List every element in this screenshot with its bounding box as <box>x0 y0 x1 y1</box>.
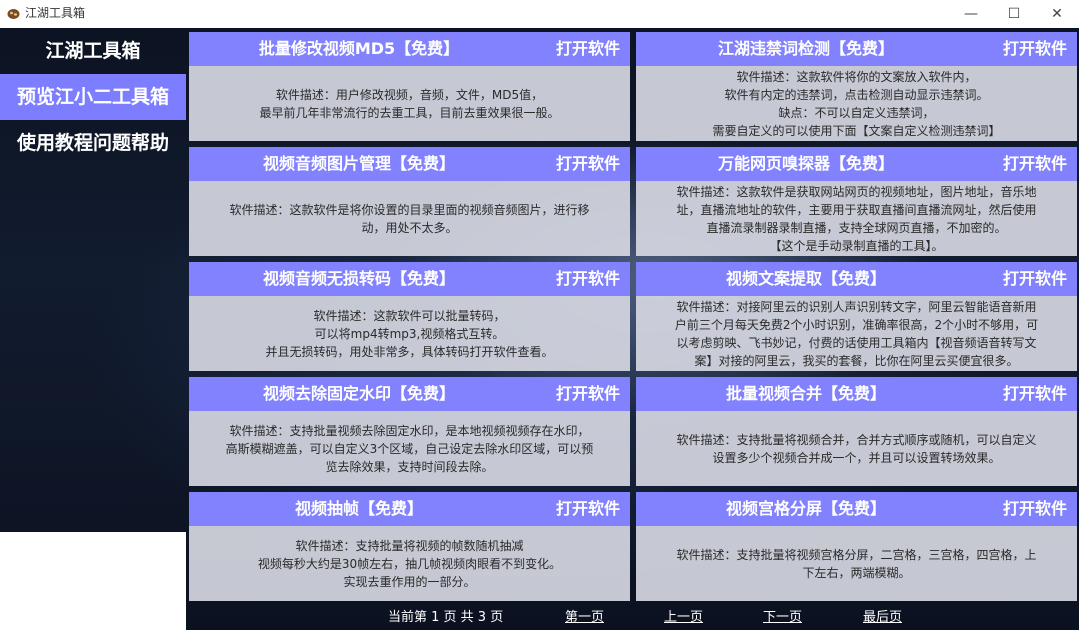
maximize-button[interactable]: ☐ <box>993 0 1035 28</box>
card-title: 万能网页嗅探器【免费】 <box>717 154 894 173</box>
desc-line: 览去除效果，支持时间段去除。 <box>325 459 494 474</box>
card-title: 视频音频无损转码【免费】 <box>262 269 455 288</box>
desc-line: 需要自定义的可以使用下面【文案自定义检测违禁词】 <box>712 123 1001 138</box>
page-status: 当前第 1 页 共 3 页 <box>388 610 504 625</box>
open-software-button[interactable]: 打开软件 <box>1003 492 1067 526</box>
desc-line: 软件描述：支持批量将视频宫格分屏，二宫格，三宫格，四宫格，上 <box>676 547 1037 562</box>
desc-line: 户前三个月每天免费2个小时识别，准确率很高，2个小时不够用，可 <box>674 317 1039 332</box>
desc-line: 并且无损转码，用处非常多，具体转码打开软件查看。 <box>265 344 554 359</box>
card-title: 视频文案提取【免费】 <box>725 269 886 288</box>
sidebar-empty-area <box>0 532 186 630</box>
card-header: 批量视频合并【免费】 打开软件 <box>636 377 1077 411</box>
desc-line: 缺点：不可以自定义违禁词， <box>778 105 935 120</box>
card-header: 视频宫格分屏【免费】 打开软件 <box>636 492 1077 526</box>
tool-card: 视频抽帧【免费】 打开软件 软件描述：支持批量将视频的帧数随机抽减 视频每秒大约… <box>189 492 630 601</box>
desc-line: 软件描述：对接阿里云的识别人声识别转文字，阿里云智能语音新用 <box>676 299 1037 314</box>
tool-card: 万能网页嗅探器【免费】 打开软件 软件描述：这款软件是获取网站网页的视频地址，图… <box>636 147 1077 256</box>
desc-line: 可以将mp4转mp3,视频格式互转。 <box>314 326 505 341</box>
card-header: 视频去除固定水印【免费】 打开软件 <box>189 377 630 411</box>
card-header: 批量修改视频MD5【免费】 打开软件 <box>189 32 630 66</box>
card-header: 江湖违禁词检测【免费】 打开软件 <box>636 32 1077 66</box>
card-header: 视频音频无损转码【免费】 打开软件 <box>189 262 630 296</box>
card-title: 江湖违禁词检测【免费】 <box>717 39 894 58</box>
desc-line: 直播流录制器录制直播，支持全球网页直播，不加密的。 <box>706 220 1007 235</box>
tool-card: 批量视频合并【免费】 打开软件 软件描述：支持批量将视频合并，合并方式顺序或随机… <box>636 377 1077 486</box>
desc-line: 软件有内定的违禁词，点击检测自动显示违禁词。 <box>724 87 989 102</box>
tool-card: 江湖违禁词检测【免费】 打开软件 软件描述：这款软件将你的文案放入软件内， 软件… <box>636 32 1077 141</box>
desc-line: 软件描述：这款软件可以批量转码， <box>313 308 506 323</box>
card-description: 软件描述：支持批量将视频宫格分屏，二宫格，三宫格，四宫格，上 下左右，两端模糊。 <box>636 526 1077 601</box>
minimize-button[interactable]: — <box>950 0 992 28</box>
tool-card: 视频宫格分屏【免费】 打开软件 软件描述：支持批量将视频宫格分屏，二宫格，三宫格… <box>636 492 1077 601</box>
desc-line: 案】对接的阿里云，我买的套餐，比你在阿里云买便宜很多。 <box>694 353 1019 368</box>
open-software-button[interactable]: 打开软件 <box>556 32 620 66</box>
open-software-button[interactable]: 打开软件 <box>556 377 620 411</box>
card-description: 软件描述：对接阿里云的识别人声识别转文字，阿里云智能语音新用 户前三个月每天免费… <box>636 296 1077 371</box>
card-description: 软件描述：支持批量将视频合并，合并方式顺序或随机，可以自定义 设置多少个视频合并… <box>636 411 1077 486</box>
open-software-button[interactable]: 打开软件 <box>556 262 620 296</box>
tool-card: 视频音频图片管理【免费】 打开软件 软件描述：这款软件是将你设置的目录里面的视频… <box>189 147 630 256</box>
tool-card: 视频去除固定水印【免费】 打开软件 软件描述：支持批量视频去除固定水印，是本地视… <box>189 377 630 486</box>
desc-line: 软件描述：支持批量视频去除固定水印，是本地视频视频存在水印， <box>229 423 590 438</box>
tool-card: 批量修改视频MD5【免费】 打开软件 软件描述：用户修改视频，音频，文件，MD5… <box>189 32 630 141</box>
desc-line: 【这个是手动录制直播的工具】。 <box>769 238 944 253</box>
desc-line: 高斯模糊遮盖，可以自定义3个区域，自己设定去除水印区域，可以预 <box>225 441 594 456</box>
open-software-button[interactable]: 打开软件 <box>1003 262 1067 296</box>
desc-line: 软件描述：这款软件是获取网站网页的视频地址，图片地址，音乐地 <box>676 184 1037 199</box>
first-page-link[interactable]: 第一页 <box>565 606 604 630</box>
card-description: 软件描述：这款软件将你的文案放入软件内， 软件有内定的违禁词，点击检测自动显示违… <box>636 66 1077 141</box>
open-software-button[interactable]: 打开软件 <box>556 147 620 181</box>
desc-line: 址，直播流地址的软件，主要用于获取直播间直播流网址，然后使用 <box>676 202 1037 217</box>
card-description: 软件描述：这款软件可以批量转码， 可以将mp4转mp3,视频格式互转。 并且无损… <box>189 296 630 371</box>
card-title: 视频宫格分屏【免费】 <box>725 499 886 518</box>
card-description: 软件描述：支持批量将视频的帧数随机抽减 视频每秒大约是30帧左右，抽几帧视频肉眼… <box>189 526 630 601</box>
open-software-button[interactable]: 打开软件 <box>1003 32 1067 66</box>
desc-line: 视频每秒大约是30帧左右，抽几帧视频肉眼看不到变化。 <box>257 556 562 571</box>
desc-line: 以考虑剪映、飞书妙记，付费的话使用工具箱内【视音频语音转写文 <box>676 335 1037 350</box>
desc-line: 软件描述：支持批量将视频的帧数随机抽减 <box>295 538 524 553</box>
desc-line: 软件描述：支持批量将视频合并，合并方式顺序或随机，可以自定义 <box>676 432 1037 447</box>
sidebar-item-toolbox[interactable]: 江湖工具箱 <box>0 28 186 74</box>
desc-line: 软件描述：这款软件将你的文案放入软件内， <box>736 69 977 84</box>
open-software-button[interactable]: 打开软件 <box>1003 377 1067 411</box>
window-title: 江湖工具箱 <box>25 6 86 20</box>
card-title: 视频去除固定水印【免费】 <box>262 384 455 403</box>
card-description: 软件描述：这款软件是将你设置的目录里面的视频音频图片，进行移 动，用处不太多。 <box>189 181 630 256</box>
card-header: 万能网页嗅探器【免费】 打开软件 <box>636 147 1077 181</box>
card-description: 软件描述：这款软件是获取网站网页的视频地址，图片地址，音乐地 址，直播流地址的软… <box>636 181 1077 256</box>
desc-line: 最早前几年非常流行的去重工具，目前去重效果很一般。 <box>259 105 560 120</box>
desc-line: 下左右，两端模糊。 <box>802 565 911 580</box>
desc-line: 设置多少个视频合并成一个，并且可以设置转场效果。 <box>712 450 1001 465</box>
open-software-button[interactable]: 打开软件 <box>556 492 620 526</box>
card-description: 软件描述：用户修改视频，音频，文件，MD5值， 最早前几年非常流行的去重工具，目… <box>189 66 630 141</box>
sidebar-item-preview[interactable]: 预览江小二工具箱 <box>0 74 186 120</box>
desc-line: 实现去重作用的一部分。 <box>343 574 476 589</box>
desc-line: 动，用处不太多。 <box>361 220 458 235</box>
card-header: 视频文案提取【免费】 打开软件 <box>636 262 1077 296</box>
card-title: 视频音频图片管理【免费】 <box>262 154 455 173</box>
tool-card: 视频文案提取【免费】 打开软件 软件描述：对接阿里云的识别人声识别转文字，阿里云… <box>636 262 1077 371</box>
card-header: 视频音频图片管理【免费】 打开软件 <box>189 147 630 181</box>
card-title: 批量视频合并【免费】 <box>725 384 886 403</box>
previous-page-link[interactable]: 上一页 <box>664 606 703 630</box>
title-bar: 江湖工具箱 — ☐ ✕ <box>0 0 1079 28</box>
open-software-button[interactable]: 打开软件 <box>1003 147 1067 181</box>
last-page-link[interactable]: 最后页 <box>863 606 902 630</box>
tool-card: 视频音频无损转码【免费】 打开软件 软件描述：这款软件可以批量转码， 可以将mp… <box>189 262 630 371</box>
desc-line: 软件描述：用户修改视频，音频，文件，MD5值， <box>275 87 544 102</box>
sidebar-item-help[interactable]: 使用教程问题帮助 <box>0 120 186 166</box>
card-description: 软件描述：支持批量视频去除固定水印，是本地视频视频存在水印， 高斯模糊遮盖，可以… <box>189 411 630 486</box>
desc-line: 软件描述：这款软件是将你设置的目录里面的视频音频图片，进行移 <box>229 202 590 217</box>
close-button[interactable]: ✕ <box>1036 0 1078 28</box>
card-title: 视频抽帧【免费】 <box>294 499 423 518</box>
card-title: 批量修改视频MD5【免费】 <box>258 39 460 58</box>
app-logo-icon <box>7 9 20 19</box>
next-page-link[interactable]: 下一页 <box>763 606 802 630</box>
card-header: 视频抽帧【免费】 打开软件 <box>189 492 630 526</box>
